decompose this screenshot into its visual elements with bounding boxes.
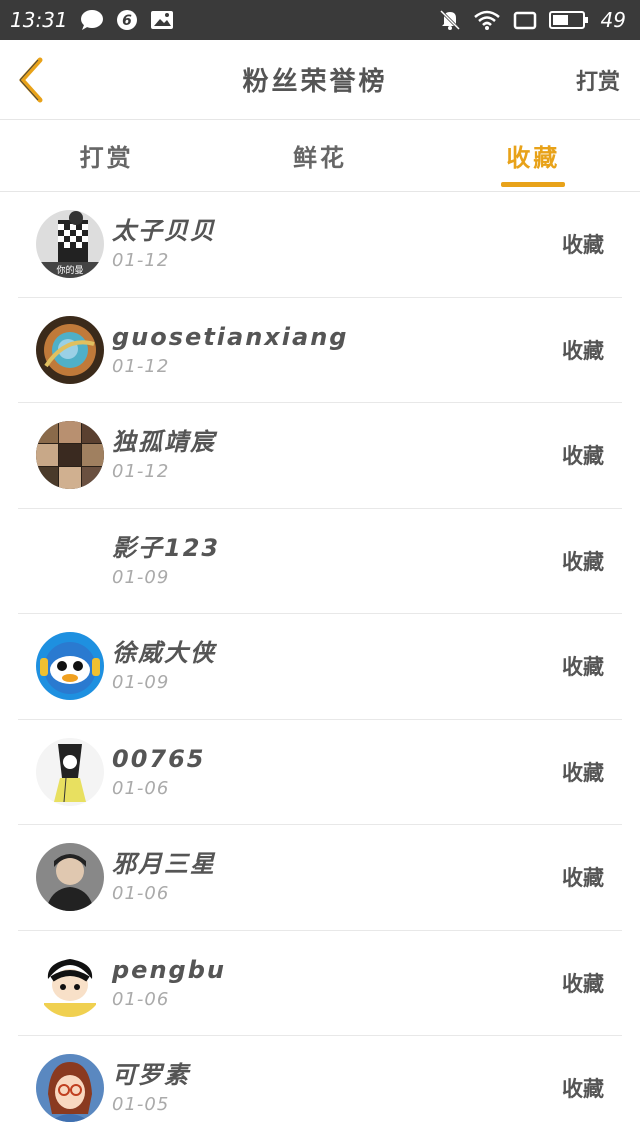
back-button[interactable]: [14, 55, 54, 105]
chevron-left-icon: [19, 57, 43, 102]
avatar[interactable]: [36, 948, 104, 1017]
tab-flowers[interactable]: 鲜花: [213, 120, 426, 191]
avatar[interactable]: [36, 737, 104, 806]
list-item[interactable]: 独孤靖宸 01-12 收藏: [18, 403, 622, 509]
favorite-label: 收藏: [562, 549, 604, 574]
list-item[interactable]: pengbu 01-06 收藏: [18, 931, 622, 1036]
avatar[interactable]: [36, 421, 104, 490]
app-notification-icon: 6: [116, 9, 138, 31]
avatar[interactable]: [36, 315, 104, 384]
favorite-label: 收藏: [562, 233, 604, 258]
user-name: 独孤靖宸: [112, 428, 216, 457]
user-name: 太子贝贝: [112, 217, 216, 246]
tab-bar: 打赏 鲜花 收藏: [0, 120, 640, 192]
svg-text:6: 6: [122, 13, 132, 29]
list-item[interactable]: 徐威大侠 01-09 收藏: [18, 614, 622, 720]
favorite-label: 收藏: [562, 655, 604, 680]
avatar[interactable]: [36, 843, 104, 912]
list-item[interactable]: guosetianxiang 01-12 收藏: [18, 298, 622, 403]
favorite-label: 收藏: [562, 1077, 604, 1102]
avatar[interactable]: 你的曼: [36, 210, 104, 279]
favorite-label: 收藏: [562, 338, 604, 363]
tab-label: 收藏: [506, 144, 561, 172]
tab-label: 打赏: [79, 144, 134, 172]
active-tab-indicator: [501, 182, 566, 187]
svg-text:你的曼: 你的曼: [56, 264, 83, 276]
favorite-label: 收藏: [562, 444, 604, 469]
list-item[interactable]: 影子123 01-09 收藏: [18, 509, 622, 614]
favorite-label: 收藏: [562, 760, 604, 785]
user-name: 可罗素: [112, 1061, 190, 1090]
date: 01-12: [112, 461, 170, 483]
tab-reward[interactable]: 打赏: [0, 120, 213, 191]
date: 01-12: [112, 355, 170, 377]
date: 01-05: [112, 1094, 170, 1116]
date: 01-06: [112, 988, 170, 1010]
date: 01-09: [112, 566, 170, 588]
list-item[interactable]: 可罗素 01-05 收藏: [18, 1036, 622, 1138]
list-item[interactable]: 你的曼 太子贝贝 01-12 收藏: [18, 192, 622, 298]
mute-icon: [439, 9, 461, 31]
user-name: guosetianxiang: [112, 322, 349, 351]
user-name: 00765: [112, 744, 206, 773]
status-time: 13:31: [10, 8, 68, 32]
tab-favorites[interactable]: 收藏: [427, 120, 640, 191]
image-icon: [150, 9, 174, 31]
user-name: 徐威大侠: [112, 639, 216, 668]
app-header: 粉丝荣誉榜 打赏: [0, 40, 640, 120]
date: 01-06: [112, 777, 170, 799]
favorite-label: 收藏: [562, 971, 604, 996]
tab-label: 鲜花: [292, 144, 347, 172]
user-name: pengbu: [112, 955, 226, 984]
date: 01-09: [112, 672, 170, 694]
chat-bubble-icon: [80, 9, 104, 31]
battery-icon: [548, 9, 589, 31]
status-bar: 13:31 6 49: [0, 0, 640, 40]
avatar[interactable]: [36, 1054, 104, 1123]
avatar[interactable]: [36, 632, 104, 701]
screen-icon: [513, 10, 537, 30]
reward-button[interactable]: 打赏: [576, 64, 620, 96]
user-name: 影子123: [112, 533, 221, 562]
list-item[interactable]: 00765 01-06 收藏: [18, 720, 622, 825]
user-name: 邪月三星: [112, 850, 216, 879]
wifi-icon: [473, 9, 501, 31]
page-title: 粉丝荣誉榜: [242, 67, 388, 97]
list-item[interactable]: 邪月三星 01-06 收藏: [18, 825, 622, 931]
favorite-label: 收藏: [562, 866, 604, 891]
fan-list: 你的曼 太子贝贝 01-12 收藏 guosetianxiang 01-12 收…: [0, 192, 640, 1138]
avatar[interactable]: [36, 527, 104, 595]
battery-level: 49: [600, 8, 626, 32]
date: 01-06: [112, 883, 170, 905]
date: 01-12: [112, 250, 170, 272]
